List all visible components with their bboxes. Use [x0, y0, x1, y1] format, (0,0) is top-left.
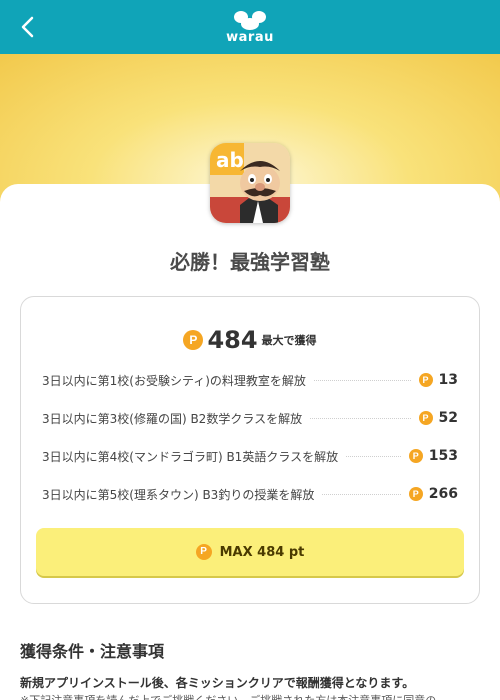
max-points-row: P 484 最大で獲得 — [0, 326, 500, 354]
leader-dots — [346, 455, 401, 457]
point-coin-icon: P — [418, 373, 433, 387]
mission-points-value: 153 — [428, 448, 458, 464]
mission-points: P 13 — [418, 372, 458, 388]
conditions-text: 新規アプリインストール後、各ミッションクリアで報酬獲得となります。 — [20, 676, 415, 690]
app-icon: ab — [210, 143, 290, 223]
conditions-note: ※下記注意事項を読んだ上でご挑戦ください。ご挑戦された方は本注意事項に同意の — [20, 692, 436, 700]
mission-label: 3日以内に第1校(お受験シティ)の料理教室を解放 — [42, 373, 306, 388]
leader-dots — [313, 379, 411, 381]
mission-label: 3日以内に第4校(マンドラゴラ町) B1英語クラスを解放 — [42, 449, 339, 464]
point-coin-icon: P — [195, 544, 212, 560]
max-points-value: 484 — [207, 326, 258, 354]
mission-row: 3日以内に第1校(お受験シティ)の料理教室を解放 P 13 — [42, 370, 458, 390]
mission-row: 3日以内に第5校(理系タウン) B3釣りの授業を解放 P 266 — [42, 484, 458, 504]
mission-points: P 153 — [408, 448, 458, 464]
leader-dots — [322, 493, 401, 495]
app-character-icon: ab — [210, 143, 290, 223]
leader-dots — [310, 417, 411, 419]
mission-label: 3日以内に第3校(修羅の国) B2数学クラスを解放 — [42, 411, 303, 426]
mission-row: 3日以内に第4校(マンドラゴラ町) B1英語クラスを解放 P 153 — [42, 446, 458, 466]
app-title: 必勝！最強学習塾 — [170, 250, 330, 274]
conditions-title: 獲得条件・注意事項 — [20, 642, 165, 661]
point-coin-icon: P — [408, 449, 423, 463]
mission-points: P 266 — [408, 486, 458, 502]
chevron-left-icon — [21, 16, 34, 38]
mission-label: 3日以内に第5校(理系タウン) B3釣りの授業を解放 — [42, 487, 315, 502]
warau-logo[interactable]: warau — [222, 10, 278, 46]
mission-points-value: 266 — [428, 486, 458, 502]
point-coin-icon: P — [418, 411, 433, 425]
point-coin-icon: P — [408, 487, 423, 501]
mission-points-value: 13 — [438, 372, 458, 388]
app-header: warau — [0, 0, 500, 54]
max-points-suffix: 最大で獲得 — [261, 334, 317, 347]
logo-mark-icon — [234, 11, 266, 30]
logo-text: warau — [226, 30, 274, 45]
back-button[interactable] — [14, 13, 42, 41]
svg-text:ab: ab — [216, 148, 244, 172]
max-points-button[interactable]: P MAX 484 pt — [36, 528, 464, 576]
point-coin-icon: P — [183, 330, 204, 350]
mission-points: P 52 — [418, 410, 458, 426]
max-points-button-label: MAX 484 pt — [219, 544, 305, 560]
mission-points-value: 52 — [438, 410, 458, 426]
mission-row: 3日以内に第3校(修羅の国) B2数学クラスを解放 P 52 — [42, 408, 458, 428]
